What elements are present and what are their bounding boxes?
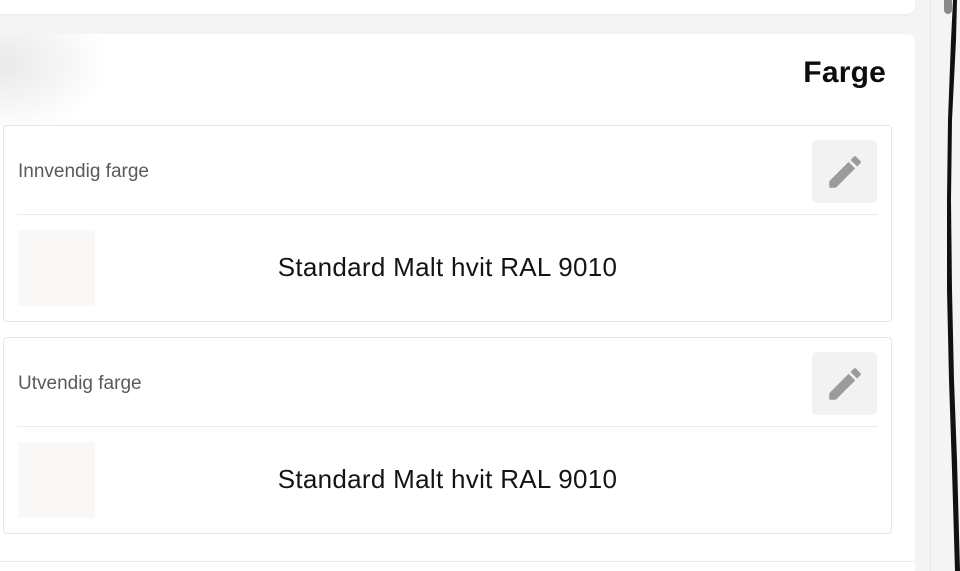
exterior-color-header: Utvendig farge xyxy=(17,338,878,427)
pencil-icon xyxy=(828,155,861,188)
device-edge xyxy=(947,0,960,571)
edit-interior-color-button[interactable] xyxy=(812,140,877,203)
pencil-icon xyxy=(828,367,861,400)
interior-color-header: Innvendig farge xyxy=(17,126,878,215)
edit-exterior-color-button[interactable] xyxy=(812,352,877,415)
section-title: Farge xyxy=(803,56,886,89)
exterior-color-box: Utvendig farge Standard Malt hvit RAL 90… xyxy=(3,337,892,534)
next-card xyxy=(0,561,915,571)
scrollbar-divider xyxy=(930,0,931,571)
page-viewport: Farge Innvendig farge Standard Malt hvit… xyxy=(0,0,960,571)
interior-color-name: Standard Malt hvit RAL 9010 xyxy=(277,252,618,282)
interior-color-box: Innvendig farge Standard Malt hvit RAL 9… xyxy=(3,125,892,322)
exterior-color-name: Standard Malt hvit RAL 9010 xyxy=(277,464,618,494)
interior-color-label: Innvendig farge xyxy=(18,161,149,182)
exterior-color-label: Utvendig farge xyxy=(18,373,142,394)
previous-card xyxy=(0,0,915,14)
